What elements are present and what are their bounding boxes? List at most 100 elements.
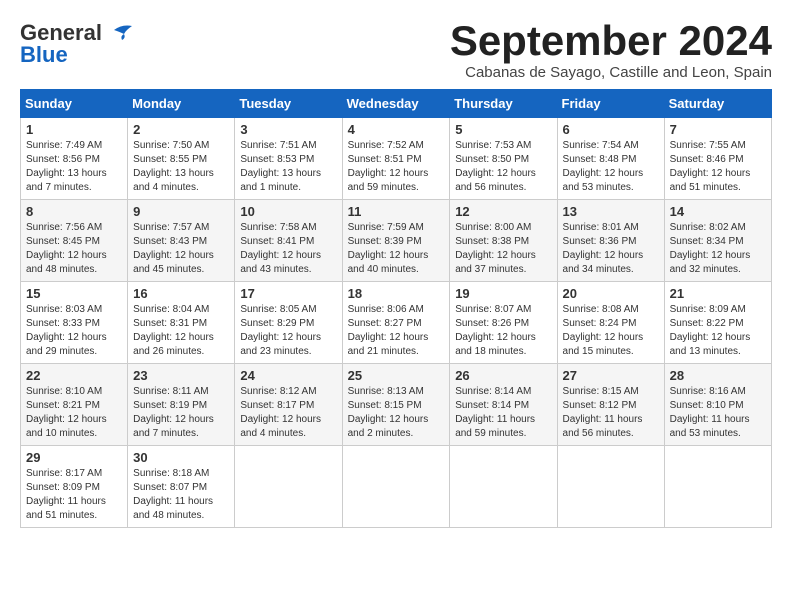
day-info: Sunrise: 8:10 AMSunset: 8:21 PMDaylight:… xyxy=(26,385,122,441)
calendar-week-row: 1 Sunrise: 7:49 AMSunset: 8:56 PMDaylight… xyxy=(21,118,772,200)
day-number: 5 xyxy=(455,122,551,137)
day-number: 21 xyxy=(670,286,766,301)
calendar-cell: 12 Sunrise: 8:00 AMSunset: 8:38 PMDayligh… xyxy=(450,200,557,282)
day-info: Sunrise: 8:06 AMSunset: 8:27 PMDaylight:… xyxy=(348,303,445,359)
calendar-cell: 14Sunrise: 8:02 AMSunset: 8:34 PMDayligh… xyxy=(664,200,771,282)
calendar-header-row: SundayMondayTuesdayWednesdayThursdayFrid… xyxy=(21,90,772,118)
calendar-header-tuesday: Tuesday xyxy=(235,90,342,118)
calendar-cell: 27 Sunrise: 8:15 AMSunset: 8:12 PMDayligh… xyxy=(557,364,664,446)
day-info: Sunrise: 8:11 AMSunset: 8:19 PMDaylight:… xyxy=(133,385,229,441)
day-info: Sunrise: 8:13 AMSunset: 8:15 PMDaylight:… xyxy=(348,385,445,441)
day-number: 1 xyxy=(26,122,122,137)
calendar-cell: 2 Sunrise: 7:50 AMSunset: 8:55 PMDaylight… xyxy=(128,118,235,200)
day-number: 16 xyxy=(133,286,229,301)
logo-bird-icon xyxy=(104,22,134,44)
calendar-header-sunday: Sunday xyxy=(21,90,128,118)
calendar-cell: 10 Sunrise: 7:58 AMSunset: 8:41 PMDayligh… xyxy=(235,200,342,282)
day-number: 14 xyxy=(670,204,766,219)
calendar-cell: 19Sunrise: 8:07 AMSunset: 8:26 PMDayligh… xyxy=(450,282,557,364)
calendar-cell: 1 Sunrise: 7:49 AMSunset: 8:56 PMDaylight… xyxy=(21,118,128,200)
day-info: Sunrise: 8:05 AMSunset: 8:29 PMDaylight:… xyxy=(240,303,336,359)
calendar-cell: 20Sunrise: 8:08 AMSunset: 8:24 PMDayligh… xyxy=(557,282,664,364)
calendar-cell: 25 Sunrise: 8:13 AMSunset: 8:15 PMDayligh… xyxy=(342,364,450,446)
calendar-week-row: 29Sunrise: 8:17 AMSunset: 8:09 PMDayligh… xyxy=(21,446,772,528)
calendar-cell: 22 Sunrise: 8:10 AMSunset: 8:21 PMDayligh… xyxy=(21,364,128,446)
day-info: Sunrise: 7:59 AMSunset: 8:39 PMDaylight:… xyxy=(348,221,445,277)
calendar-cell: 18Sunrise: 8:06 AMSunset: 8:27 PMDayligh… xyxy=(342,282,450,364)
day-info: Sunrise: 7:55 AMSunset: 8:46 PMDaylight:… xyxy=(670,139,766,195)
calendar-header-wednesday: Wednesday xyxy=(342,90,450,118)
day-info: Sunrise: 7:52 AMSunset: 8:51 PMDaylight:… xyxy=(348,139,445,195)
day-number: 9 xyxy=(133,204,229,219)
day-info: Sunrise: 7:49 AMSunset: 8:56 PMDaylight:… xyxy=(26,139,122,195)
day-number: 30 xyxy=(133,450,229,465)
calendar-header-monday: Monday xyxy=(128,90,235,118)
calendar-cell: 29Sunrise: 8:17 AMSunset: 8:09 PMDayligh… xyxy=(21,446,128,528)
day-info: Sunrise: 8:09 AMSunset: 8:22 PMDaylight:… xyxy=(670,303,766,359)
calendar-cell xyxy=(450,446,557,528)
day-info: Sunrise: 7:54 AMSunset: 8:48 PMDaylight:… xyxy=(563,139,659,195)
calendar-cell: 7 Sunrise: 7:55 AMSunset: 8:46 PMDaylight… xyxy=(664,118,771,200)
day-number: 19 xyxy=(455,286,551,301)
day-info: Sunrise: 7:53 AMSunset: 8:50 PMDaylight:… xyxy=(455,139,551,195)
calendar-cell: 11 Sunrise: 7:59 AMSunset: 8:39 PMDayligh… xyxy=(342,200,450,282)
day-info: Sunrise: 8:18 AMSunset: 8:07 PMDaylight:… xyxy=(133,467,229,523)
day-number: 24 xyxy=(240,368,336,383)
day-info: Sunrise: 7:51 AMSunset: 8:53 PMDaylight:… xyxy=(240,139,336,195)
calendar-cell: 21 Sunrise: 8:09 AMSunset: 8:22 PMDayligh… xyxy=(664,282,771,364)
day-info: Sunrise: 8:14 AMSunset: 8:14 PMDaylight:… xyxy=(455,385,551,441)
calendar-cell: 8Sunrise: 7:56 AMSunset: 8:45 PMDaylight… xyxy=(21,200,128,282)
day-info: Sunrise: 7:50 AMSunset: 8:55 PMDaylight:… xyxy=(133,139,229,195)
day-number: 22 xyxy=(26,368,122,383)
calendar-cell xyxy=(664,446,771,528)
day-number: 12 xyxy=(455,204,551,219)
location-subtitle: Cabanas de Sayago, Castille and Leon, Sp… xyxy=(450,64,772,81)
day-number: 27 xyxy=(563,368,659,383)
day-number: 15 xyxy=(26,286,122,301)
day-number: 11 xyxy=(348,204,445,219)
day-number: 2 xyxy=(133,122,229,137)
calendar-cell: 26 Sunrise: 8:14 AMSunset: 8:14 PMDayligh… xyxy=(450,364,557,446)
day-info: Sunrise: 8:01 AMSunset: 8:36 PMDaylight:… xyxy=(563,221,659,277)
day-info: Sunrise: 8:08 AMSunset: 8:24 PMDaylight:… xyxy=(563,303,659,359)
day-info: Sunrise: 7:57 AMSunset: 8:43 PMDaylight:… xyxy=(133,221,229,277)
day-number: 4 xyxy=(348,122,445,137)
day-number: 25 xyxy=(348,368,445,383)
day-number: 26 xyxy=(455,368,551,383)
day-number: 7 xyxy=(670,122,766,137)
day-info: Sunrise: 7:58 AMSunset: 8:41 PMDaylight:… xyxy=(240,221,336,277)
day-number: 8 xyxy=(26,204,122,219)
calendar-week-row: 22 Sunrise: 8:10 AMSunset: 8:21 PMDayligh… xyxy=(21,364,772,446)
calendar-cell: 23 Sunrise: 8:11 AMSunset: 8:19 PMDayligh… xyxy=(128,364,235,446)
day-info: Sunrise: 8:04 AMSunset: 8:31 PMDaylight:… xyxy=(133,303,229,359)
day-number: 13 xyxy=(563,204,659,219)
calendar-cell xyxy=(342,446,450,528)
calendar-header-friday: Friday xyxy=(557,90,664,118)
calendar-week-row: 15 Sunrise: 8:03 AMSunset: 8:33 PMDayligh… xyxy=(21,282,772,364)
day-number: 28 xyxy=(670,368,766,383)
calendar-cell: 15 Sunrise: 8:03 AMSunset: 8:33 PMDayligh… xyxy=(21,282,128,364)
title-section: September 2024 Cabanas de Sayago, Castil… xyxy=(450,20,772,81)
calendar-cell: 6 Sunrise: 7:54 AMSunset: 8:48 PMDaylight… xyxy=(557,118,664,200)
day-info: Sunrise: 8:00 AMSunset: 8:38 PMDaylight:… xyxy=(455,221,551,277)
calendar-cell: 17 Sunrise: 8:05 AMSunset: 8:29 PMDayligh… xyxy=(235,282,342,364)
month-title: September 2024 xyxy=(450,20,772,62)
day-number: 10 xyxy=(240,204,336,219)
calendar-cell: 9 Sunrise: 7:57 AMSunset: 8:43 PMDaylight… xyxy=(128,200,235,282)
calendar-week-row: 8Sunrise: 7:56 AMSunset: 8:45 PMDaylight… xyxy=(21,200,772,282)
logo-blue-text: Blue xyxy=(20,42,68,68)
logo: General Blue xyxy=(20,20,134,68)
calendar-cell: 30 Sunrise: 8:18 AMSunset: 8:07 PMDayligh… xyxy=(128,446,235,528)
calendar-cell: 3Sunrise: 7:51 AMSunset: 8:53 PMDaylight… xyxy=(235,118,342,200)
day-number: 6 xyxy=(563,122,659,137)
day-info: Sunrise: 8:16 AMSunset: 8:10 PMDaylight:… xyxy=(670,385,766,441)
header: General Blue September 2024 Cabanas de S… xyxy=(20,20,772,81)
calendar-cell xyxy=(557,446,664,528)
day-number: 17 xyxy=(240,286,336,301)
day-number: 23 xyxy=(133,368,229,383)
calendar-cell: 5 Sunrise: 7:53 AMSunset: 8:50 PMDaylight… xyxy=(450,118,557,200)
day-info: Sunrise: 8:15 AMSunset: 8:12 PMDaylight:… xyxy=(563,385,659,441)
calendar-header-thursday: Thursday xyxy=(450,90,557,118)
day-info: Sunrise: 8:17 AMSunset: 8:09 PMDaylight:… xyxy=(26,467,122,523)
day-info: Sunrise: 8:03 AMSunset: 8:33 PMDaylight:… xyxy=(26,303,122,359)
